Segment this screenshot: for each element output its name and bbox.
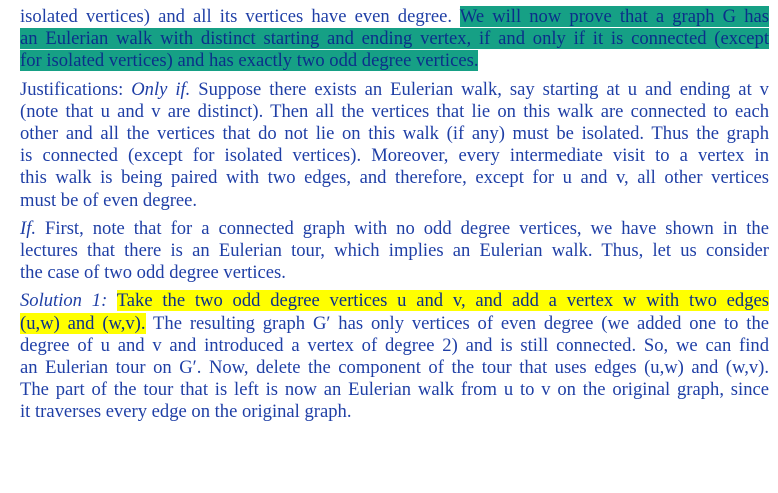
text-segment: isolated vertices) and all its vertices …	[20, 6, 460, 27]
paragraph-theorem-statement: isolated vertices) and all its vertices …	[20, 6, 770, 73]
text-line: for isolated vertices) and has exactly t…	[20, 50, 769, 72]
text-line: The part of the tour that is left is now…	[20, 379, 769, 401]
highlight-yellow: Take the two odd degree vertices u and v…	[116, 290, 769, 312]
paragraph-solution-1: Solution 1: Take the two odd degree vert…	[20, 290, 769, 423]
text-line: Solution 1: Take the two odd degree vert…	[20, 290, 769, 312]
text-line: this walk is being paired with two edges…	[20, 167, 769, 189]
text-line: (u,w) and (w,v). The resulting graph G′ …	[20, 312, 769, 335]
label-solution-1: Solution 1:	[20, 290, 108, 312]
label-if: If.	[20, 217, 37, 239]
paragraph-only-if: Justifications: Only if. Suppose there e…	[20, 79, 769, 212]
text-line: Justifications: Only if. Suppose there e…	[20, 79, 769, 101]
text-line: lectures that there is an Eulerian tour,…	[20, 240, 769, 262]
text-line: other and all the vertices that do not l…	[20, 123, 769, 145]
text-line: must be of even degree.	[20, 189, 198, 211]
highlight-teal: for isolated vertices) and has exactly t…	[20, 50, 479, 72]
document-body: isolated vertices) and all its vertices …	[20, 6, 770, 424]
highlight-yellow: (u,w) and (w,v).	[20, 312, 146, 334]
highlight-teal: an Eulerian walk with distinct starting …	[20, 28, 769, 50]
paragraph-if: If. First, note that for a connected gra…	[20, 218, 769, 285]
text-line: it traverses every edge on the original …	[20, 401, 352, 423]
text-line: the case of two odd degree vertices.	[20, 262, 286, 284]
text-line: isolated vertices) and all its vertices …	[20, 6, 770, 28]
text-line: an Eulerian walk with distinct starting …	[20, 28, 769, 50]
label-justifications: Justifications:	[20, 78, 132, 100]
text-segment: First, note that for a connected graph w…	[36, 217, 769, 239]
text-segment: The resulting graph G′ has only vertices…	[145, 312, 769, 334]
text-line: (note that u and v are distinct). Then a…	[20, 100, 769, 122]
label-only-if: Only if.	[131, 78, 191, 100]
text-line: is connected (except for isolated vertic…	[20, 145, 769, 167]
text-line: an Eulerian tour on G′. Now, delete the …	[20, 357, 769, 379]
highlight-teal: We will now prove that a graph G has	[459, 6, 770, 27]
text-line: degree of u and v and introduced a verte…	[20, 334, 769, 356]
text-line: If. First, note that for a connected gra…	[20, 218, 769, 240]
text-segment: Suppose there exists an Eulerian walk, s…	[190, 78, 769, 100]
